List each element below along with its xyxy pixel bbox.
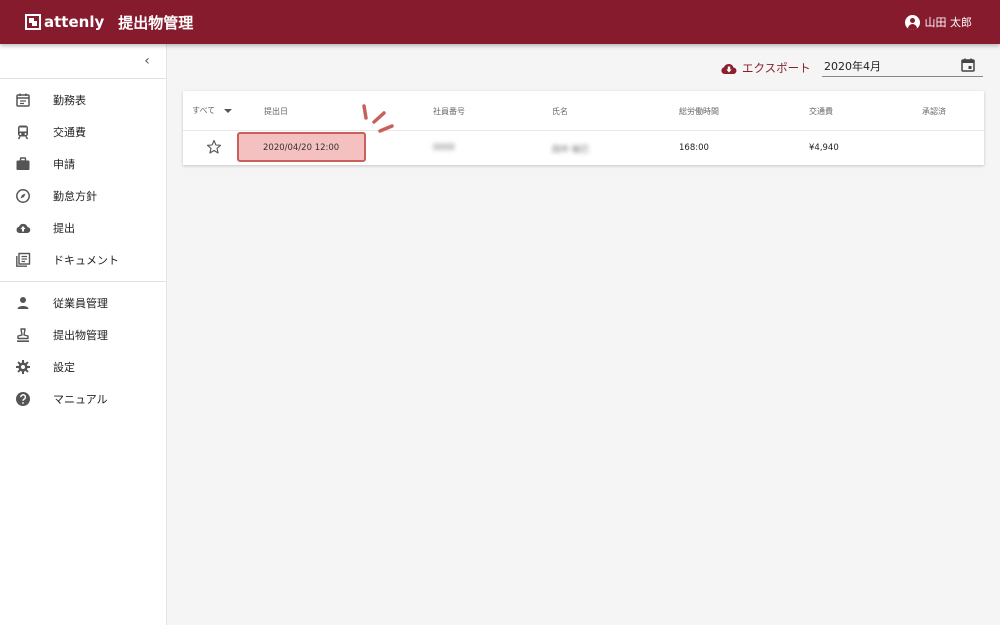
stamp-icon — [15, 327, 31, 343]
sidebar: ‹ 勤務表 交通費 申請 勤怠方針 提出 ドキュメント 従業員管理 提出物管理 … — [0, 44, 167, 625]
cloud-upload-icon — [15, 220, 31, 236]
export-button[interactable]: エクスポート — [720, 59, 811, 77]
caret-down-icon — [224, 108, 233, 113]
person-icon — [15, 295, 31, 311]
library-books-icon — [15, 252, 31, 268]
attention-marks — [362, 104, 394, 133]
column-header-name[interactable]: 氏名 — [552, 106, 568, 117]
sidebar-item-transport[interactable]: 交通費 — [0, 117, 166, 147]
sidebar-item-label: 勤務表 — [53, 94, 86, 107]
column-header-total-hours[interactable]: 総労働時間 — [679, 106, 719, 117]
export-label: エクスポート — [742, 61, 811, 75]
sidebar-item-application[interactable]: 申請 — [0, 149, 166, 179]
month-picker[interactable]: 2020年4月 — [822, 55, 983, 77]
sidebar-item-label: 提出物管理 — [53, 329, 108, 342]
sidebar-item-settings[interactable]: 設定 — [0, 352, 166, 382]
app-header: attenly 提出物管理 山田 太郎 — [0, 0, 1000, 44]
employee-name-value: 田中 裕巳 — [552, 145, 589, 155]
month-value: 2020年4月 — [824, 60, 881, 73]
column-header-transport[interactable]: 交通費 — [809, 106, 833, 117]
logo-mark-icon — [25, 14, 41, 30]
sidebar-item-timesheet[interactable]: 勤務表 — [0, 85, 166, 115]
calendar-icon[interactable] — [961, 58, 975, 72]
employee-no-value: 0000 — [433, 143, 455, 153]
sidebar-item-label: マニュアル — [53, 393, 108, 406]
sidebar-item-submissions[interactable]: 提出物管理 — [0, 320, 166, 350]
sidebar-item-employees[interactable]: 従業員管理 — [0, 288, 166, 318]
sidebar-item-label: ドキュメント — [53, 254, 119, 267]
sidebar-item-label: 従業員管理 — [53, 297, 108, 310]
briefcase-icon — [15, 156, 31, 172]
sidebar-item-policy[interactable]: 勤怠方針 — [0, 181, 166, 211]
column-header-submitted-at[interactable]: 提出日 — [264, 106, 288, 117]
submitted-at-cell-highlighted[interactable]: 2020/04/20 12:00 — [237, 132, 366, 162]
compass-icon — [15, 188, 31, 204]
train-icon — [15, 124, 31, 140]
sidebar-item-label: 交通費 — [53, 126, 86, 139]
sidebar-item-manual[interactable]: マニュアル — [0, 384, 166, 414]
sidebar-item-documents[interactable]: ドキュメント — [0, 245, 166, 275]
gear-icon — [15, 359, 31, 375]
total-hours-value: 168:00 — [679, 143, 709, 153]
divider — [0, 78, 166, 79]
submissions-table: すべて 提出日 社員番号 氏名 総労働時間 交通費 承認済 2020/04/20… — [183, 91, 984, 165]
column-header-approved[interactable]: 承認済 — [922, 106, 946, 117]
user-name: 山田 太郎 — [924, 16, 973, 29]
submitted-at-value: 2020/04/20 12:00 — [263, 143, 340, 153]
table-row[interactable]: 2020/04/20 12:00 0000 田中 裕巳 168:00 ¥4,94… — [183, 131, 984, 165]
logo-text: attenly — [44, 13, 105, 31]
sidebar-item-submit[interactable]: 提出 — [0, 213, 166, 243]
cloud-download-icon — [721, 63, 737, 75]
chevron-left-icon[interactable]: ‹ — [140, 54, 154, 68]
account-circle-icon — [904, 14, 920, 30]
sidebar-item-label: 提出 — [53, 222, 75, 235]
filter-label: すべて — [192, 106, 216, 115]
table-header: すべて 提出日 社員番号 氏名 総労働時間 交通費 承認済 — [183, 91, 984, 131]
user-menu[interactable]: 山田 太郎 — [904, 0, 973, 44]
help-icon — [15, 391, 31, 407]
sidebar-item-label: 勤怠方針 — [53, 190, 97, 203]
filter-dropdown[interactable]: すべて — [192, 105, 233, 116]
transport-value: ¥4,940 — [809, 143, 839, 153]
calendar-icon — [15, 92, 31, 108]
page-title: 提出物管理 — [118, 13, 194, 32]
logo[interactable]: attenly — [25, 0, 104, 44]
star-icon[interactable] — [206, 139, 222, 155]
sidebar-item-label: 申請 — [53, 158, 75, 171]
divider — [0, 281, 166, 282]
column-header-employee-no[interactable]: 社員番号 — [433, 106, 465, 117]
sidebar-item-label: 設定 — [53, 361, 75, 374]
